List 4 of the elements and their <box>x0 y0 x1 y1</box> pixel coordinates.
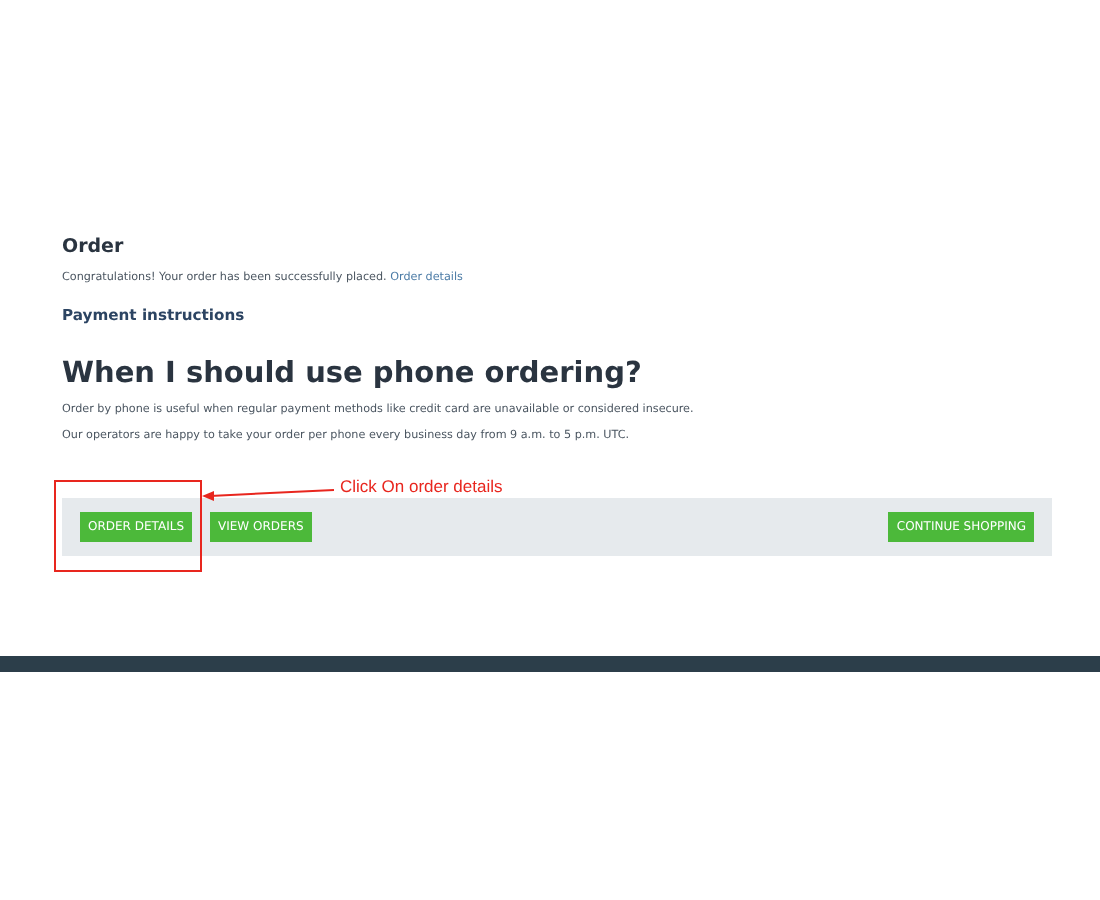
annotation-label: Click On order details <box>340 476 503 496</box>
section-title: Order <box>62 236 126 258</box>
annotation-arrow <box>202 486 334 502</box>
page-heading: When I should use phone ordering? <box>62 358 644 390</box>
